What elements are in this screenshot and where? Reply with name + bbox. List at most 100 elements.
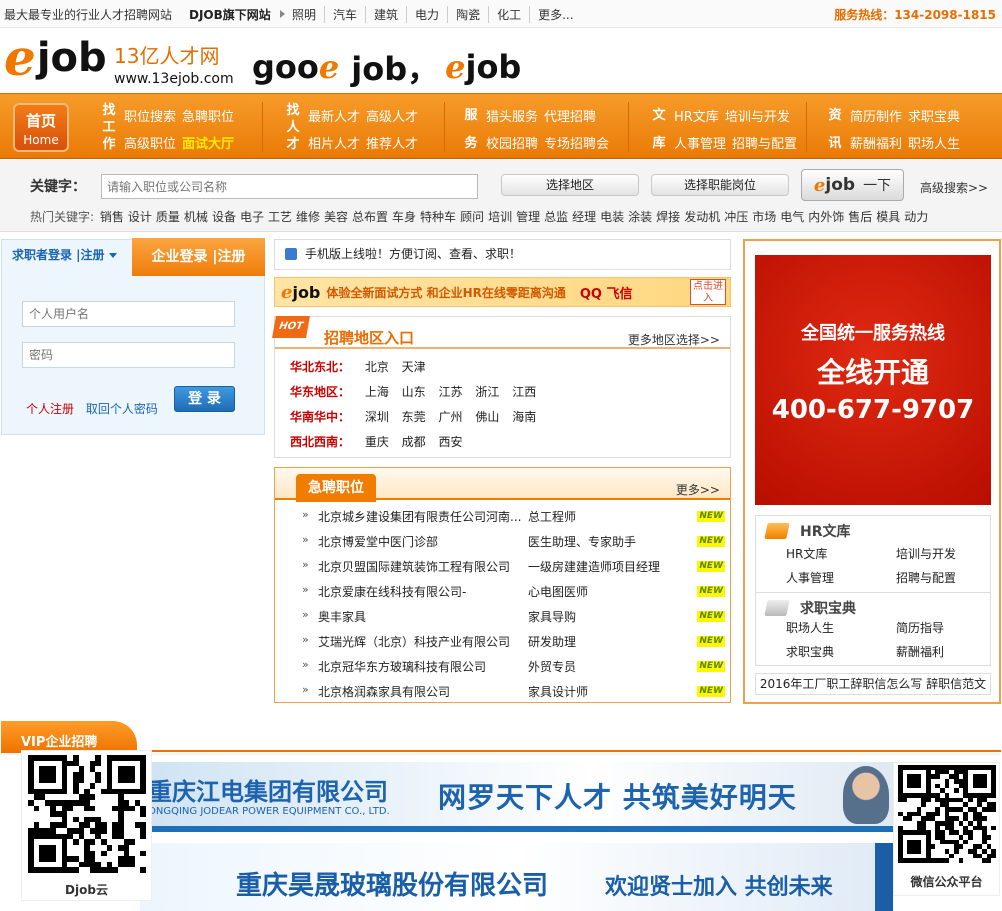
hot-keyword-link[interactable]: 机械	[184, 210, 208, 224]
forgot-password-link[interactable]: 取回个人密码	[86, 402, 158, 416]
tab-company-login[interactable]: 企业登录 |注册	[132, 238, 265, 276]
hot-keyword-link[interactable]: 设备	[212, 210, 236, 224]
urgent-job-row[interactable]: » 艾瑞光辉（北京）科技产业有限公司 研发助理 NEW	[302, 633, 727, 651]
hot-keyword-link[interactable]: 培训	[488, 210, 512, 224]
hot-keyword-link[interactable]: 电装	[600, 210, 624, 224]
job-position-link[interactable]: 外贸专员	[528, 658, 576, 675]
city-link[interactable]: 天津	[402, 360, 426, 374]
nav-link[interactable]: HR文库	[674, 110, 719, 125]
search-submit-button[interactable]: e job 一下	[801, 169, 904, 201]
advanced-search-link[interactable]: 高级搜索>>	[920, 179, 988, 196]
username-input[interactable]	[22, 301, 235, 327]
hot-keyword-link[interactable]: 销售	[100, 210, 124, 224]
sister-site-link[interactable]: 电力	[415, 6, 449, 23]
promo-banner[interactable]: e job 体验全新面试方式 和企业HR在线零距离沟通 QQ 飞信 点击进入	[274, 277, 731, 307]
city-link[interactable]: 广州	[439, 410, 463, 424]
city-link[interactable]: 西安	[439, 435, 463, 449]
article-link[interactable]: 2016年工厂职工辞职信怎么写 辞职信范文	[755, 673, 991, 695]
nav-link[interactable]: 推荐人才	[366, 137, 418, 152]
city-link[interactable]: 佛山	[475, 410, 499, 424]
nav-link[interactable]: 猎头服务	[486, 110, 538, 125]
hotline-ad[interactable]: 全国统一服务热线 全线开通 400-677-9707	[755, 255, 991, 505]
nav-link[interactable]: 简历制作	[850, 110, 902, 125]
urgent-job-row[interactable]: » 北京城乡建设集团有限责任公司河南... 总工程师 NEW	[302, 508, 727, 526]
hot-keyword-link[interactable]: 维修	[296, 210, 320, 224]
more-regions-link[interactable]: 更多地区选择>>	[628, 331, 720, 348]
job-company-link[interactable]: 北京博爱堂中医门诊部	[318, 533, 523, 550]
sister-site-link[interactable]: 照明	[292, 6, 326, 23]
hot-keyword-link[interactable]: 总布置	[352, 210, 388, 224]
job-position-link[interactable]: 心电图医师	[528, 583, 588, 600]
register-link[interactable]: 个人注册	[26, 402, 74, 416]
hot-keyword-link[interactable]: 工艺	[268, 210, 292, 224]
nav-link[interactable]: 急聘职位	[182, 110, 234, 125]
job-position-link[interactable]: 家具设计师	[528, 683, 588, 700]
more-sites-link[interactable]: 更多...	[538, 6, 581, 23]
city-link[interactable]: 重庆	[365, 435, 389, 449]
urgent-more-link[interactable]: 更多>>	[676, 481, 720, 498]
hot-keyword-link[interactable]: 美容	[324, 210, 348, 224]
urgent-job-row[interactable]: » 北京冠华东方玻璃科技有限公司 外贸专员 NEW	[302, 658, 727, 676]
sister-site-link[interactable]: 陶瓷	[456, 6, 490, 23]
hot-keyword-link[interactable]: 管理	[516, 210, 540, 224]
hot-keyword-link[interactable]: 焊接	[656, 210, 680, 224]
select-position-button[interactable]: 选择职能岗位	[651, 174, 789, 196]
urgent-job-row[interactable]: » 北京格润森家具有限公司 家具设计师 NEW	[302, 683, 727, 701]
city-link[interactable]: 上海	[365, 385, 389, 399]
hot-keyword-link[interactable]: 质量	[156, 210, 180, 224]
job-position-link[interactable]: 家具导购	[528, 608, 576, 625]
city-link[interactable]: 江西	[512, 385, 536, 399]
job-company-link[interactable]: 奥丰家具	[318, 608, 523, 625]
nav-link[interactable]: 招聘与配置	[732, 137, 797, 152]
job-company-link[interactable]: 北京贝盟国际建筑装饰工程有限公司	[318, 558, 523, 575]
tab-seeker-login[interactable]: 求职者登录 |注册	[2, 240, 132, 270]
login-button[interactable]: 登 录	[174, 386, 235, 412]
urgent-job-row[interactable]: » 北京爱康在线科技有限公司- 心电图医师 NEW	[302, 583, 727, 601]
city-link[interactable]: 江苏	[439, 385, 463, 399]
job-company-link[interactable]: 北京城乡建设集团有限责任公司河南...	[318, 508, 523, 525]
vip-ad-banner[interactable]: 重庆江电集团有限公司 ONGQING JODEAR POWER EQUIPMEN…	[140, 762, 893, 832]
hot-keyword-link[interactable]: 内外饰	[808, 210, 844, 224]
nav-link[interactable]: 职场人生	[908, 137, 960, 152]
job-company-link[interactable]: 北京爱康在线科技有限公司-	[318, 583, 523, 600]
hot-keyword-link[interactable]: 电子	[240, 210, 264, 224]
nav-link[interactable]: 相片人才	[308, 137, 360, 152]
sister-site-link[interactable]: 化工	[497, 6, 531, 23]
sister-site-link[interactable]: 汽车	[333, 6, 367, 23]
city-link[interactable]: 东莞	[402, 410, 426, 424]
job-position-link[interactable]: 一级房建建造师项目经理	[528, 558, 660, 575]
hot-keyword-link[interactable]: 动力	[904, 210, 928, 224]
hot-keyword-link[interactable]: 总监	[544, 210, 568, 224]
job-guide-link[interactable]: 求职宝典	[786, 643, 834, 660]
password-input[interactable]	[22, 342, 235, 368]
nav-link[interactable]: 培训与开发	[725, 110, 790, 125]
city-link[interactable]: 浙江	[475, 385, 499, 399]
job-position-link[interactable]: 总工程师	[528, 508, 576, 525]
job-guide-link[interactable]: 薪酬福利	[896, 643, 944, 660]
nav-link[interactable]: 专场招聘会	[544, 137, 609, 152]
city-link[interactable]: 深圳	[365, 410, 389, 424]
job-position-link[interactable]: 研发助理	[528, 633, 576, 650]
nav-link[interactable]: 求职宝典	[908, 110, 960, 125]
urgent-job-row[interactable]: » 北京贝盟国际建筑装饰工程有限公司 一级房建建造师项目经理 NEW	[302, 558, 727, 576]
hot-keyword-link[interactable]: 特种车	[420, 210, 456, 224]
hot-keyword-link[interactable]: 发动机	[684, 210, 720, 224]
hot-keyword-link[interactable]: 电气	[780, 210, 804, 224]
nav-link-highlight[interactable]: 面试大厅	[182, 137, 234, 152]
hr-library-link[interactable]: 招聘与配置	[896, 569, 956, 586]
city-link[interactable]: 成都	[402, 435, 426, 449]
hot-keyword-link[interactable]: 设计	[128, 210, 152, 224]
hot-keyword-link[interactable]: 冲压	[724, 210, 748, 224]
job-position-link[interactable]: 医生助理、专家助手	[528, 533, 636, 550]
city-link[interactable]: 山东	[402, 385, 426, 399]
job-guide-link[interactable]: 职场人生	[786, 619, 834, 636]
mobile-notice[interactable]: 手机版上线啦！方便订阅、查看、求职！	[274, 239, 731, 270]
nav-link[interactable]: 职位搜索	[124, 110, 176, 125]
urgent-job-row[interactable]: » 奥丰家具 家具导购 NEW	[302, 608, 727, 626]
home-button[interactable]: 首页 Home	[13, 103, 69, 152]
hot-keyword-link[interactable]: 市场	[752, 210, 776, 224]
nav-link[interactable]: 最新人才	[308, 110, 360, 125]
urgent-job-row[interactable]: » 北京博爱堂中医门诊部 医生助理、专家助手 NEW	[302, 533, 727, 551]
keyword-input[interactable]	[101, 174, 478, 199]
hot-keyword-link[interactable]: 车身	[392, 210, 416, 224]
